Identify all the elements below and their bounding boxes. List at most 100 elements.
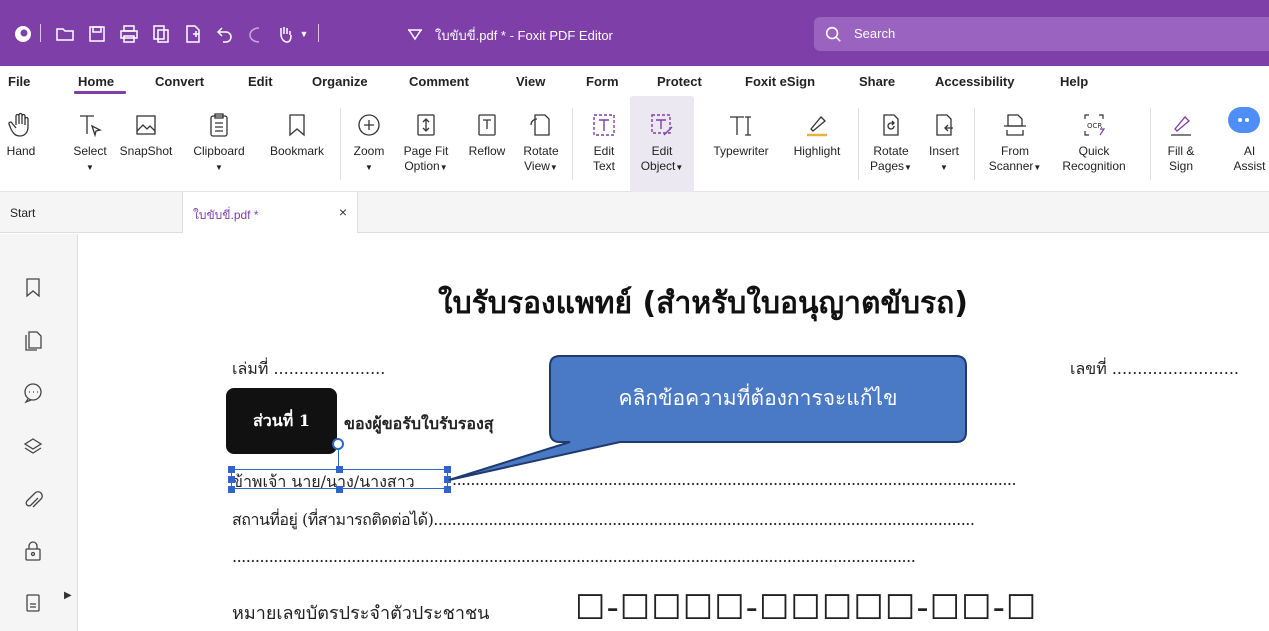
resize-handle[interactable] bbox=[444, 476, 451, 483]
hand-icon bbox=[6, 108, 36, 142]
page-fit-option-button[interactable]: Page Fit Option▼ bbox=[396, 96, 456, 192]
rotate-pages-button[interactable]: Rotate Pages▼ bbox=[866, 96, 916, 192]
pages-panel-icon[interactable] bbox=[20, 328, 46, 354]
page-fit-icon bbox=[411, 108, 441, 142]
new-page-icon[interactable] bbox=[182, 22, 204, 46]
copy-page-icon[interactable] bbox=[150, 22, 172, 46]
edit-text-button[interactable]: Edit Text bbox=[582, 96, 626, 192]
bookmark-panel-icon[interactable] bbox=[20, 274, 46, 300]
menu-convert[interactable]: Convert bbox=[155, 74, 204, 89]
tab-start[interactable]: Start bbox=[0, 192, 180, 233]
id-card-number-boxes[interactable]: ☐-☐☐☐☐-☐☐☐☐☐-☐☐-☐ bbox=[575, 588, 1037, 628]
layers-panel-icon[interactable] bbox=[20, 434, 46, 460]
menu-help[interactable]: Help bbox=[1060, 74, 1088, 89]
resize-handle[interactable] bbox=[228, 466, 235, 473]
highlighter-icon bbox=[802, 108, 832, 142]
zoom-in-icon bbox=[354, 108, 384, 142]
menu-form[interactable]: Form bbox=[586, 74, 619, 89]
menu-view[interactable]: View bbox=[516, 74, 545, 89]
insert-page-icon bbox=[929, 108, 959, 142]
chevron-down-icon[interactable]: ▼ bbox=[298, 22, 310, 46]
clipboard-button[interactable]: Clipboard ▼ bbox=[185, 96, 253, 192]
hand-button[interactable]: Hand bbox=[0, 96, 42, 192]
attachments-panel-icon[interactable] bbox=[20, 488, 46, 514]
edit-object-button[interactable]: Edit Object▼ bbox=[630, 96, 694, 192]
ai-assistant-icon[interactable] bbox=[1228, 107, 1260, 133]
quick-access-dropdown-icon[interactable] bbox=[404, 22, 426, 46]
menu-protect[interactable]: Protect bbox=[657, 74, 702, 89]
id-card-label: หมายเลขบัตรประจำตัวประชาชน bbox=[232, 603, 490, 624]
window-title: ใบขับขี่.pdf * - Foxit PDF Editor bbox=[435, 28, 613, 43]
menu-accessibility[interactable]: Accessibility bbox=[935, 74, 1015, 89]
tab-document[interactable]: ใบขับขี่.pdf * × bbox=[182, 192, 358, 233]
fill-sign-button[interactable]: Fill & Sign bbox=[1156, 96, 1206, 192]
print-icon[interactable] bbox=[118, 22, 140, 46]
bookmark-button[interactable]: Bookmark bbox=[260, 96, 334, 192]
menu-organize[interactable]: Organize bbox=[312, 74, 368, 89]
reflow-icon bbox=[472, 108, 502, 142]
open-folder-icon[interactable] bbox=[54, 22, 76, 46]
document-tab-bar: Start ใบขับขี่.pdf * × bbox=[0, 192, 1269, 233]
rotate-view-icon bbox=[526, 108, 556, 142]
select-button[interactable]: Select ▼ bbox=[64, 96, 116, 192]
rotation-stem bbox=[338, 450, 339, 469]
menu-comment[interactable]: Comment bbox=[409, 74, 469, 89]
quick-recognition-button[interactable]: OCR Quick Recognition bbox=[1046, 96, 1142, 192]
snapshot-icon bbox=[131, 108, 161, 142]
redo-icon[interactable] bbox=[244, 22, 266, 46]
menu-edit[interactable]: Edit bbox=[248, 74, 273, 89]
name-line-dots: ........................................… bbox=[452, 470, 1017, 489]
from-scanner-button[interactable]: From Scanner▼ bbox=[984, 96, 1046, 192]
ocr-icon: OCR bbox=[1079, 108, 1109, 142]
menu-bar: File Home Convert Edit Organize Comment … bbox=[0, 66, 1269, 96]
select-text-icon bbox=[75, 108, 105, 142]
page-properties-icon[interactable] bbox=[20, 590, 46, 616]
comments-panel-icon[interactable] bbox=[20, 380, 46, 406]
pen-icon bbox=[1166, 108, 1196, 142]
resize-handle[interactable] bbox=[444, 466, 451, 473]
resize-handle[interactable] bbox=[228, 476, 235, 483]
foxit-logo-icon[interactable] bbox=[12, 22, 34, 46]
close-tab-icon[interactable]: × bbox=[339, 204, 347, 220]
resize-handle[interactable] bbox=[228, 486, 235, 493]
expand-panel-icon[interactable]: ▶ bbox=[64, 590, 72, 601]
save-icon[interactable] bbox=[86, 22, 108, 46]
menu-foxit-esign[interactable]: Foxit eSign bbox=[745, 74, 815, 89]
menu-home[interactable]: Home bbox=[78, 74, 114, 89]
security-panel-icon[interactable] bbox=[20, 538, 46, 564]
document-number-field[interactable]: เลขที่ ......................... bbox=[1070, 357, 1239, 382]
scanner-icon bbox=[1000, 108, 1030, 142]
resize-handle[interactable] bbox=[444, 486, 451, 493]
search-box[interactable]: Search bbox=[814, 17, 1269, 51]
undo-icon[interactable] bbox=[214, 22, 236, 46]
book-number-field[interactable]: เล่มที่ ...................... bbox=[232, 357, 385, 382]
active-menu-indicator bbox=[74, 91, 126, 94]
menu-file[interactable]: File bbox=[8, 74, 30, 89]
resize-handle[interactable] bbox=[336, 486, 343, 493]
search-input[interactable]: Search bbox=[854, 26, 895, 41]
typewriter-button[interactable]: Typewriter bbox=[706, 96, 776, 192]
part-label-badge: ส่วนที่ 1 bbox=[226, 388, 337, 454]
highlight-button[interactable]: Highlight bbox=[784, 96, 850, 192]
address-line[interactable]: สถานที่อยู่ (ที่สามารถติดต่อได้)........… bbox=[232, 508, 1232, 533]
bookmark-icon bbox=[282, 108, 312, 142]
clipboard-icon bbox=[204, 108, 234, 142]
rotate-pages-icon bbox=[876, 108, 906, 142]
document-title: ใบรับรองแพทย์ (สำหรับใบอนุญาตขับรถ) bbox=[438, 286, 968, 321]
callout-text: คลิกข้อความที่ต้องการจะแก้ไข bbox=[618, 386, 898, 410]
search-icon bbox=[825, 26, 841, 42]
address-line-continued[interactable]: ........................................… bbox=[232, 547, 1232, 566]
edit-object-icon bbox=[647, 108, 677, 142]
zoom-button[interactable]: Zoom ▼ bbox=[344, 96, 394, 192]
ribbon-toolbar: Hand Select ▼ SnapShot Clipboard ▼ Bookmar… bbox=[0, 96, 1269, 192]
rotate-view-button[interactable]: Rotate View▼ bbox=[516, 96, 566, 192]
rotate-handle[interactable] bbox=[332, 438, 344, 450]
hand-tool-icon[interactable] bbox=[274, 22, 296, 46]
typewriter-icon bbox=[726, 108, 756, 142]
reflow-button[interactable]: Reflow bbox=[462, 96, 512, 192]
insert-button[interactable]: Insert ▼ bbox=[922, 96, 966, 192]
menu-share[interactable]: Share bbox=[859, 74, 895, 89]
part-heading: ของผู้ขอรับใบรับรองสุ bbox=[344, 414, 494, 433]
title-bar: ▼ ใบขับขี่.pdf * - Foxit PDF Editor Sear… bbox=[0, 0, 1269, 66]
snapshot-button[interactable]: SnapShot bbox=[116, 96, 176, 192]
